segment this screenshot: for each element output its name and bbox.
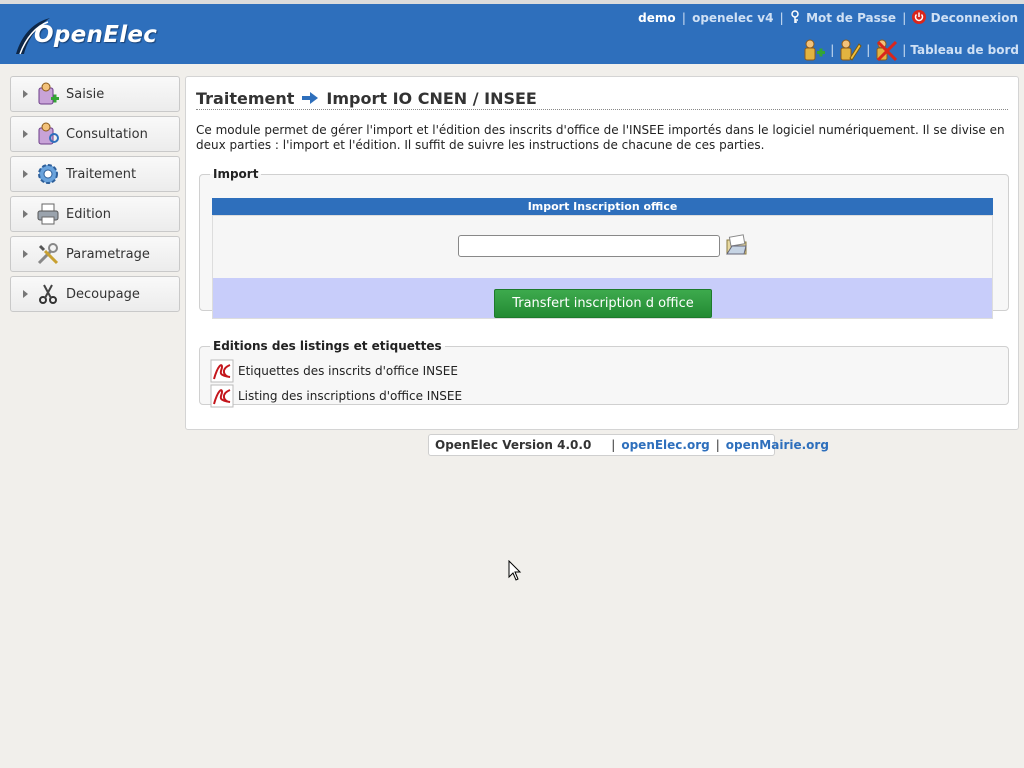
listing-pdf-link[interactable]: Listing des inscriptions d'office INSEE bbox=[238, 389, 462, 403]
file-path-input[interactable] bbox=[458, 235, 720, 257]
expand-arrow-icon bbox=[23, 290, 28, 298]
separator: | bbox=[611, 438, 616, 452]
separator: | bbox=[779, 11, 784, 25]
separator: | bbox=[830, 43, 835, 57]
import-section-title: Import Inscription office bbox=[212, 198, 993, 215]
mouse-cursor-icon bbox=[508, 560, 522, 581]
scissors-icon bbox=[39, 284, 57, 304]
sidebar-item-label: Edition bbox=[66, 206, 111, 222]
breadcrumb-arrow-icon bbox=[302, 92, 319, 104]
power-icon bbox=[912, 10, 927, 24]
submit-row: Transfert inscription d office bbox=[213, 278, 992, 318]
intro-text: Ce module permet de gérer l'import et l'… bbox=[196, 123, 1005, 152]
editions-fieldset: Editions des listings et etiquettes Etiq… bbox=[199, 339, 1009, 408]
traitement-gear-icon bbox=[38, 164, 58, 184]
pdf-icon bbox=[210, 359, 234, 383]
dashboard-link[interactable]: Tableau de bord bbox=[910, 43, 1019, 57]
sidebar-item-saisie[interactable]: Saisie bbox=[10, 76, 180, 112]
sidebar-item-label: Saisie bbox=[66, 86, 105, 102]
sidebar-item-label: Parametrage bbox=[66, 246, 150, 262]
sidebar-item-decoupage[interactable]: Decoupage bbox=[10, 276, 180, 312]
separator: | bbox=[715, 438, 720, 452]
transfert-submit-button[interactable]: Transfert inscription d office bbox=[494, 289, 712, 318]
sidebar-item-label: Consultation bbox=[66, 126, 148, 142]
top-links: demo | openelec v4 | Mot de Passe | Deco… bbox=[638, 10, 1018, 25]
consultation-icon bbox=[38, 122, 59, 145]
logo-text: OpenElec bbox=[34, 22, 158, 48]
shortcut-bar: | | | Tableau de bord bbox=[802, 37, 1019, 63]
browse-folder-icon[interactable] bbox=[724, 232, 750, 258]
separator: | bbox=[902, 11, 907, 25]
import-form: Transfert inscription d office bbox=[212, 215, 993, 319]
sidebar-item-traitement[interactable]: Traitement bbox=[10, 156, 180, 192]
tools-icon bbox=[37, 243, 59, 265]
separator: | bbox=[866, 43, 871, 57]
list-item[interactable]: Listing des inscriptions d'office INSEE bbox=[210, 384, 462, 408]
expand-arrow-icon bbox=[23, 130, 28, 138]
sidebar-item-consultation[interactable]: Consultation bbox=[10, 116, 180, 152]
footer: OpenElec Version 4.0.0 | openElec.org | … bbox=[428, 434, 829, 456]
key-icon bbox=[791, 10, 799, 23]
password-link[interactable]: Mot de Passe bbox=[806, 11, 896, 25]
sidebar-menu: Saisie Consultation Traitement Edition P… bbox=[10, 76, 180, 316]
breadcrumb-traitement: Traitement bbox=[196, 88, 295, 108]
page-title: Traitement Import IO CNEN / INSEE bbox=[196, 87, 1008, 110]
printer-icon bbox=[37, 203, 59, 225]
openelec-link[interactable]: openElec.org bbox=[621, 438, 709, 452]
breadcrumb-current: Import IO CNEN / INSEE bbox=[326, 88, 537, 108]
remove-person-icon[interactable] bbox=[874, 38, 898, 62]
expand-arrow-icon bbox=[23, 210, 28, 218]
editions-legend: Editions des listings et etiquettes bbox=[213, 339, 442, 353]
expand-arrow-icon bbox=[23, 250, 28, 258]
list-item[interactable]: Etiquettes des inscrits d'office INSEE bbox=[210, 359, 458, 383]
sidebar-item-edition[interactable]: Edition bbox=[10, 196, 180, 232]
pdf-icon bbox=[210, 384, 234, 408]
sidebar-item-label: Traitement bbox=[66, 166, 137, 182]
app-header: OpenElec demo | openelec v4 | Mot de Pas… bbox=[0, 0, 1024, 64]
current-user: demo bbox=[638, 11, 676, 25]
logout-link[interactable]: Deconnexion bbox=[931, 11, 1018, 25]
saisie-icon bbox=[38, 82, 59, 105]
version-text: OpenElec Version 4.0.0 bbox=[435, 438, 592, 452]
add-person-icon[interactable] bbox=[802, 38, 826, 62]
sidebar-item-parametrage[interactable]: Parametrage bbox=[10, 236, 180, 272]
import-fieldset: Import Import Inscription office Transfe… bbox=[199, 167, 1009, 319]
separator: | bbox=[902, 43, 907, 57]
expand-arrow-icon bbox=[23, 90, 28, 98]
main-content: Traitement Import IO CNEN / INSEE Ce mod… bbox=[185, 76, 1019, 430]
etiquettes-pdf-link[interactable]: Etiquettes des inscrits d'office INSEE bbox=[238, 364, 458, 378]
edit-person-icon[interactable] bbox=[838, 38, 862, 62]
import-legend: Import bbox=[213, 167, 259, 181]
separator: | bbox=[681, 11, 686, 25]
collectivite-link[interactable]: openelec v4 bbox=[692, 11, 773, 25]
expand-arrow-icon bbox=[23, 170, 28, 178]
sidebar-item-label: Decoupage bbox=[66, 286, 140, 302]
openelec-logo[interactable]: OpenElec bbox=[12, 14, 157, 58]
openmairie-link[interactable]: openMairie.org bbox=[726, 438, 829, 452]
